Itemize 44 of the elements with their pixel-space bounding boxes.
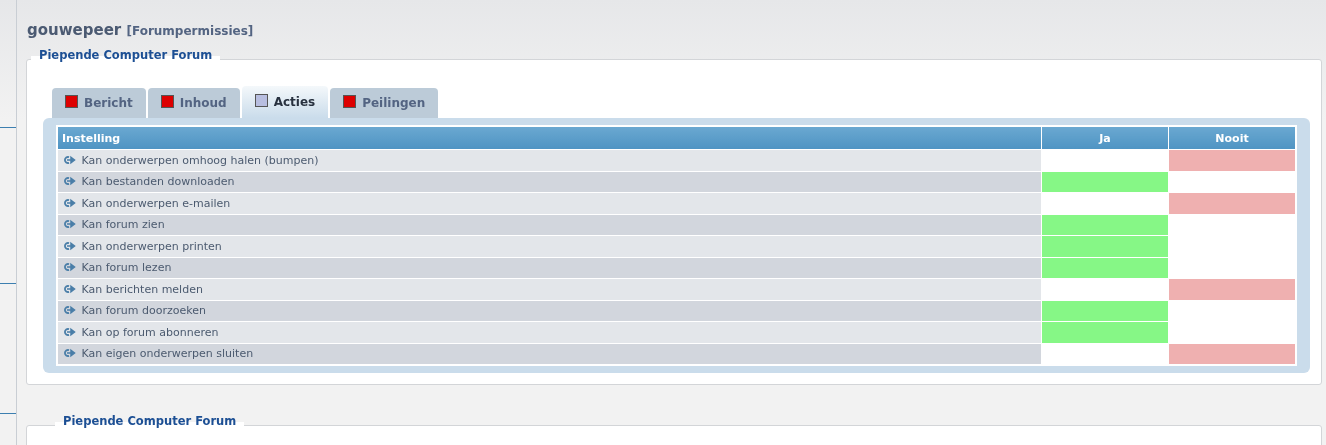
yes-cell[interactable]: [1041, 257, 1169, 279]
never-cell[interactable]: [1168, 192, 1296, 214]
tab[interactable]: Peilingen: [330, 88, 439, 118]
permission-label: Kan forum zien: [81, 218, 165, 232]
yes-cell[interactable]: [1041, 300, 1169, 322]
permission-label: Kan bestanden downloaden: [81, 175, 235, 189]
yes-cell[interactable]: [1041, 214, 1169, 236]
yes-cell[interactable]: [1041, 235, 1169, 257]
arrow-icon: [62, 219, 76, 230]
arrow-icon: [62, 348, 76, 359]
arrow-icon: [62, 154, 76, 165]
never-cell[interactable]: [1168, 214, 1296, 236]
permission-label: Kan berichten melden: [81, 282, 203, 296]
permission-label: Kan onderwerpen e-mailen: [81, 196, 231, 210]
permission-label: Kan eigen onderwerpen sluiten: [81, 347, 254, 361]
arrow-icon: [62, 283, 76, 294]
tab[interactable]: Inhoud: [147, 88, 240, 118]
never-cell[interactable]: [1168, 235, 1296, 257]
arrow-icon: [62, 176, 76, 187]
permission-label: Kan onderwerpen omhoog halen (bumpen): [81, 153, 319, 167]
arrow-icon: [62, 197, 76, 208]
permission-label: Kan forum lezen: [81, 261, 172, 275]
arrow-icon: [62, 262, 76, 273]
never-cell[interactable]: [1168, 149, 1296, 171]
username: gouwepeer: [27, 21, 122, 39]
permission-label: Kan onderwerpen printen: [81, 239, 222, 253]
column-header: Ja: [1041, 126, 1169, 150]
forum-legend: Piepende Computer Forum: [55, 414, 245, 428]
arrow-icon: [62, 326, 76, 337]
never-cell[interactable]: [1168, 300, 1296, 322]
forum-legend: Piepende Computer Forum: [31, 48, 221, 62]
permission-label: Kan op forum abonneren: [81, 325, 219, 339]
permission-label: Kan forum doorzoeken: [81, 304, 206, 318]
arrow-icon: [62, 240, 76, 251]
tab[interactable]: Bericht: [52, 88, 146, 118]
arrow-icon: [62, 305, 76, 316]
never-cell[interactable]: [1168, 278, 1296, 300]
yes-cell[interactable]: [1041, 171, 1169, 193]
yes-cell[interactable]: [1041, 321, 1169, 343]
page-context: [Forumpermissies]: [126, 24, 254, 38]
column-header: Instelling: [57, 126, 1042, 150]
column-header: Nooit: [1168, 126, 1296, 150]
never-cell[interactable]: [1168, 343, 1296, 365]
tab[interactable]: Acties: [241, 86, 329, 118]
